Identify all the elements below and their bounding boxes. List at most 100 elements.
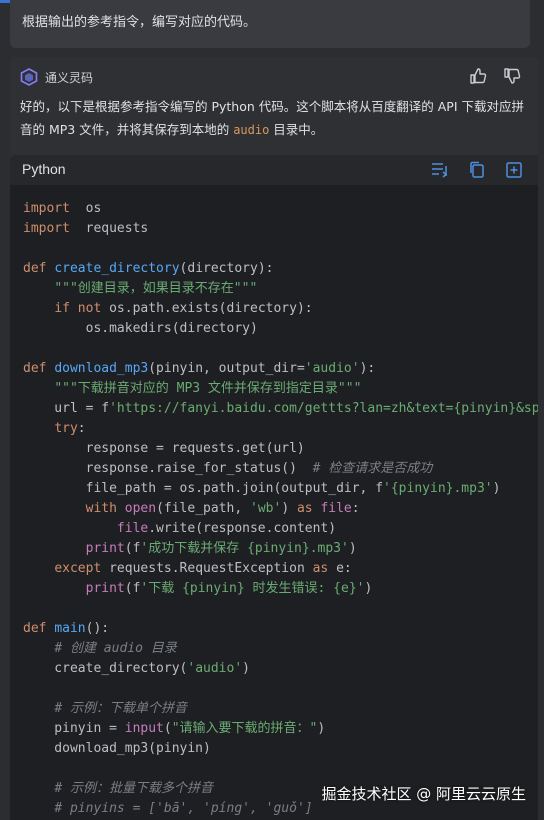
code-token: (pinyin, output_dir= — [148, 361, 305, 376]
code-token: os — [69, 201, 102, 216]
code-token: def — [23, 261, 47, 276]
code-token: # 示例：下载单个拼音 — [54, 701, 187, 716]
code-line: pinyin = input("请输入要下载的拼音：") — [23, 719, 538, 739]
code-token: : — [351, 501, 360, 516]
code-token: import — [23, 221, 70, 236]
code-token: print — [85, 541, 125, 556]
code-token: # pinyins = ['bā', 'píng', 'guǒ'] — [54, 801, 313, 816]
code-token: '{pinyin}.mp3' — [383, 481, 493, 496]
code-token: print — [85, 581, 125, 596]
code-token: # 示例：批量下载多个拼音 — [54, 781, 213, 796]
code-token: input — [124, 721, 164, 736]
code-token: download_mp3 — [54, 361, 149, 376]
code-token: (f — [124, 581, 141, 596]
code-token: response.raise_for_status() — [23, 461, 313, 476]
code-token: requests — [69, 221, 149, 236]
code-token: response = requests.get(url) — [23, 441, 305, 456]
code-token: ) — [364, 581, 373, 596]
code-token: file — [116, 521, 149, 536]
code-token: "请输入要下载的拼音：" — [171, 721, 318, 736]
thumbs-up-icon[interactable] — [468, 66, 488, 86]
code-content: import os import requests def create_dire… — [23, 199, 538, 819]
code-token: file — [320, 501, 352, 516]
code-token: try — [54, 421, 78, 436]
code-line: # 创建 audio 目录 — [23, 639, 538, 659]
assistant-name: 通义灵码 — [45, 70, 94, 85]
new-file-icon[interactable] — [504, 160, 524, 180]
code-token: ) — [242, 661, 250, 676]
code-line: response.raise_for_status() # 检查请求是否成功 — [23, 459, 538, 479]
copy-icon[interactable] — [467, 160, 487, 180]
code-token: # 创建 audio 目录 — [54, 641, 177, 656]
feedback-controls — [468, 66, 522, 86]
reply-text-end: 目录中。 — [269, 122, 324, 137]
code-line: def main(): — [23, 619, 538, 639]
code-token: pinyin = — [23, 721, 125, 736]
thumbs-down-icon[interactable] — [502, 66, 522, 86]
code-token: (file_path, — [156, 501, 250, 516]
code-line: # 示例：下载单个拼音 — [23, 699, 538, 719]
code-header: Python — [10, 155, 538, 185]
code-line: download_mp3(pinyin) — [23, 739, 538, 759]
code-line: url = f'https://fanyi.baidu.com/gettts?l… — [23, 399, 538, 419]
code-language-label: Python — [22, 161, 66, 177]
code-token: (directory): — [179, 261, 274, 276]
code-token: os.path.exists(directory): — [101, 301, 313, 316]
code-line: os.makedirs(directory) — [23, 319, 538, 339]
code-line: import os — [23, 199, 538, 219]
code-token: """下载拼音对应的 MP3 文件并保存到指定目录""" — [54, 381, 362, 396]
assistant-message: 通义灵码 好的，以下是根据参考指令编写的 Python 代码。这个脚本将从百度翻… — [10, 57, 538, 820]
code-token: 'audio' — [187, 661, 243, 676]
user-message-text: 根据输出的参考指令，编写对应的代码。 — [22, 15, 257, 30]
code-token: requests.RequestException — [101, 561, 313, 576]
code-line: file.write(response.content) — [23, 519, 538, 539]
code-token: as — [296, 501, 313, 516]
code-token: ( — [163, 721, 172, 736]
insert-icon[interactable] — [430, 160, 450, 180]
code-token: os.makedirs(directory) — [23, 321, 258, 336]
code-line: """下载拼音对应的 MP3 文件并保存到指定目录""" — [23, 379, 538, 399]
code-token: """创建目录，如果目录不存在""" — [54, 281, 258, 296]
code-token: .write(response.content) — [148, 521, 337, 536]
code-token: create_directory — [54, 261, 180, 276]
code-token: 'audio' — [304, 361, 360, 376]
code-line: import requests — [23, 219, 538, 239]
code-token: main — [54, 621, 86, 636]
code-token: : — [77, 421, 86, 436]
code-line: def download_mp3(pinyin, output_dir='aud… — [23, 359, 538, 379]
code-line: """创建目录，如果目录不存在""" — [23, 279, 538, 299]
code-token: create_directory( — [23, 661, 188, 676]
code-token: as — [312, 561, 329, 576]
code-line: create_directory('audio') — [23, 659, 538, 679]
code-token: (f — [124, 541, 141, 556]
code-line: response = requests.get(url) — [23, 439, 538, 459]
code-toolbar — [430, 160, 524, 180]
code-token: ) — [281, 501, 297, 516]
code-line: with open(file_path, 'wb') as file: — [23, 499, 538, 519]
code-token: '下载 {pinyin} 时发生错误: {e}' — [140, 581, 365, 596]
code-token: except — [54, 561, 102, 576]
code-token: 'wb' — [250, 501, 282, 516]
code-line: if not os.path.exists(directory): — [23, 299, 538, 319]
code-line: file_path = os.path.join(output_dir, f'{… — [23, 479, 538, 499]
tongyi-logo-icon — [20, 68, 38, 86]
code-token: url = f — [23, 401, 110, 416]
code-token: # 检查请求是否成功 — [312, 461, 433, 476]
assistant-header: 通义灵码 — [20, 67, 93, 87]
code-token: if not — [54, 301, 102, 316]
